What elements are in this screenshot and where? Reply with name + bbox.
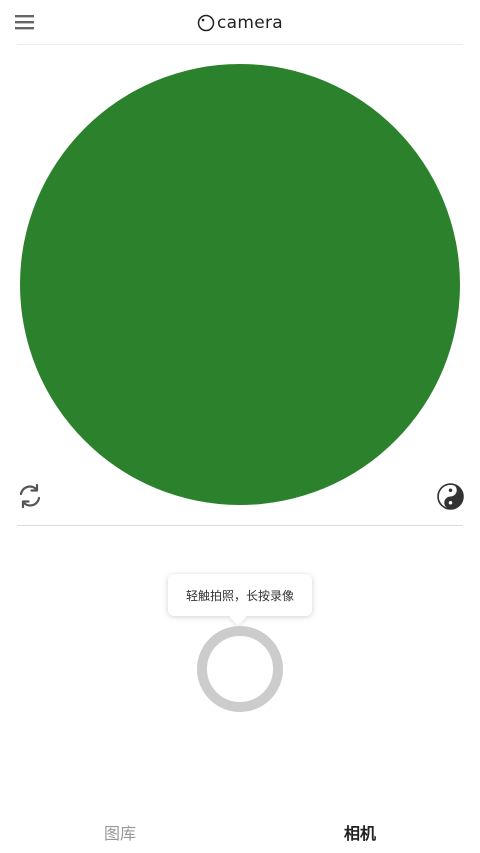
camera-viewfinder[interactable] xyxy=(20,64,460,505)
top-bar: camera xyxy=(0,0,480,44)
camera-lens-logo-icon xyxy=(197,14,215,32)
tab-camera[interactable]: 相机 xyxy=(300,820,420,844)
camera-page: camera 轻触拍照，长按录像 图库 相机 xyxy=(0,0,480,853)
bottom-nav: 图库 相机 xyxy=(0,808,480,853)
app-brand: camera xyxy=(0,10,480,36)
camera-flip-icon[interactable] xyxy=(17,483,43,509)
capture-hint-text: 轻触拍照，长按录像 xyxy=(185,588,294,603)
brand-title: camera xyxy=(217,13,283,33)
capture-hint-tooltip: 轻触拍照，长按录像 xyxy=(168,574,312,616)
yin-yang-filter-icon[interactable] xyxy=(437,483,464,510)
header-divider xyxy=(17,44,463,45)
controls-divider xyxy=(17,525,463,526)
tab-gallery[interactable]: 图库 xyxy=(60,820,180,844)
shutter-button[interactable] xyxy=(197,626,283,712)
